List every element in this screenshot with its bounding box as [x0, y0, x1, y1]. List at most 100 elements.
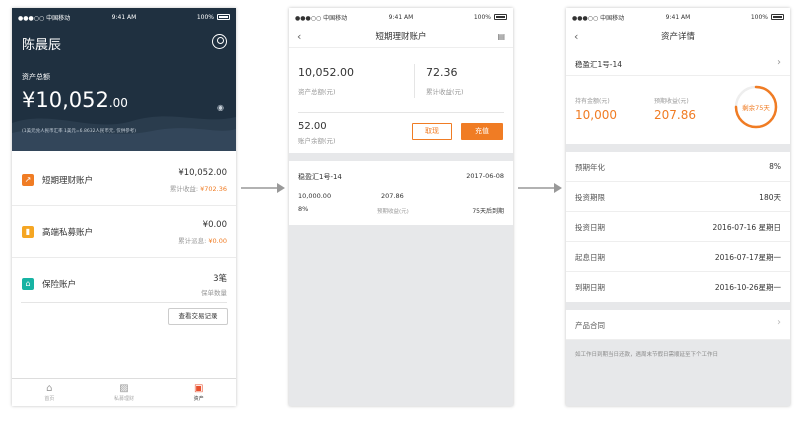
battery-icon — [217, 14, 230, 20]
product-expected: 207.86 — [381, 192, 404, 200]
row-value: 180天 — [759, 193, 781, 202]
account-sub: 累计收益: ¥702.36 — [170, 183, 227, 193]
total-asset-value: 10,052.00 — [298, 66, 354, 79]
flow-arrow-icon — [241, 183, 285, 193]
detail-row-term: 投资期限 180天 — [566, 182, 790, 212]
product-name: 稳盈汇1号-14 — [298, 173, 342, 181]
divider — [298, 112, 504, 113]
account-value: 3笔 — [213, 274, 227, 284]
status-bar: ●●●○○ 中国移动 9:41 AM 100% — [566, 8, 790, 26]
row-key: 投资期限 — [575, 193, 605, 202]
row-key: 预期年化 — [575, 163, 605, 172]
product-date: 2017-06-08 — [466, 172, 504, 180]
records-icon[interactable]: ▤ — [497, 26, 505, 48]
wave-decoration — [12, 116, 236, 151]
chart-icon: ▨ — [119, 383, 129, 394]
account-row-short-term[interactable]: ↗ 短期理财账户 ¥10,052.00 累计收益: ¥702.36 — [12, 156, 236, 206]
battery-icon — [771, 14, 784, 20]
detail-row-value-date: 起息日期 2016-07-17星期一 — [566, 242, 790, 272]
home-icon: ⌂ — [22, 278, 34, 290]
account-sub: 保单数量 — [201, 287, 227, 297]
account-sub-value: ¥0.00 — [208, 237, 227, 245]
nav-bar: ‹ 短期理财账户 ▤ — [289, 26, 513, 48]
short-term-account-screen: ●●●○○ 中国移动 9:41 AM 100% ‹ 短期理财账户 ▤ 10,05… — [289, 8, 513, 406]
deposit-button[interactable]: 充值 — [461, 123, 503, 140]
page-title: 资产详情 — [660, 32, 695, 42]
tab-home[interactable]: ⌂ 首页 — [12, 379, 87, 406]
cum-income-label: 累计收益(元) — [426, 88, 464, 96]
detail-row-annual-rate: 预期年化 8% — [566, 152, 790, 182]
tab-private-wealth[interactable]: ▨ 私募理财 — [87, 379, 162, 406]
canvas: ●●●○○ 中国移动 9:41 AM 100% 陈晨辰 资产总额 ¥10,052… — [0, 0, 800, 421]
back-icon[interactable]: ‹ — [297, 26, 301, 48]
total-asset-label: 资产总额(元) — [298, 88, 336, 96]
account-sub-label: 累计派息: — [178, 237, 207, 245]
nav-bar: ‹ 资产详情 — [566, 26, 790, 48]
flow-arrow-icon — [518, 183, 562, 193]
asset-total-label: 资产总额 — [22, 73, 50, 81]
ring-text: 剩余75天 — [742, 103, 770, 112]
row-key: 投资日期 — [575, 223, 605, 232]
balance-label: 账户余额(元) — [298, 137, 336, 145]
time-text: 9:41 AM — [665, 13, 691, 21]
product-header-row[interactable]: 稳盈汇1号-14 › — [566, 52, 790, 76]
section-gap — [566, 144, 790, 152]
asset-detail-screen: ●●●○○ 中国移动 9:41 AM 100% ‹ 资产详情 稳盈汇1号-14 … — [566, 8, 790, 406]
detail-row-maturity-date: 到期日期 2016-10-26星期一 — [566, 272, 790, 302]
divider — [414, 64, 415, 98]
account-sub-label: 累计收益: — [169, 185, 199, 193]
bookmark-icon: ▮ — [22, 226, 34, 238]
product-name: 稳盈汇1号-14 — [575, 60, 623, 69]
product-amount: 10,000.00 — [298, 192, 332, 200]
status-bar: ●●●○○ 中国移动 9:41 AM 100% — [289, 8, 513, 26]
row-key: 起息日期 — [575, 253, 605, 262]
tab-assets[interactable]: ▣ 资产 — [161, 379, 236, 406]
cum-income-value: 72.36 — [426, 66, 458, 79]
account-sub-label: 保单数量 — [201, 289, 227, 297]
back-icon[interactable]: ‹ — [574, 26, 578, 48]
tab-label: 资产 — [193, 396, 204, 402]
withdraw-button[interactable]: 取现 — [412, 123, 452, 140]
row-value: 2016-07-16 星期日 — [712, 223, 781, 232]
account-sub-value: ¥702.36 — [200, 185, 227, 193]
contract-label: 产品合同 — [575, 321, 605, 330]
remaining-days-ring: 剩余75天 — [734, 85, 778, 129]
account-value: ¥0.00 — [202, 220, 227, 230]
time-text: 9:41 AM — [388, 13, 414, 21]
tab-bar: ⌂ 首页 ▨ 私募理财 ▣ 资产 — [12, 378, 236, 406]
user-name: 陈晨辰 — [22, 38, 62, 53]
repayment-footnote: 如工作日到期当日还款，遇周末节假日需顺延至下个工作日 — [575, 352, 719, 358]
section-gap — [566, 302, 790, 310]
product-expected-label: 预期收益(元) — [377, 209, 409, 215]
row-value: 8% — [769, 162, 781, 171]
chart-icon: ↗ — [22, 174, 34, 186]
expected-label: 预期收益(元) — [654, 98, 689, 105]
expected-value: 207.86 — [654, 108, 696, 122]
status-bar: ●●●○○ 中国移动 9:41 AM 100% — [12, 8, 236, 26]
section-gap — [289, 153, 513, 161]
account-row-private[interactable]: ▮ 高端私募账户 ¥0.00 累计派息: ¥0.00 — [12, 208, 236, 258]
empty-area — [289, 225, 513, 406]
asset-header: ●●●○○ 中国移动 9:41 AM 100% 陈晨辰 资产总额 ¥10,052… — [12, 8, 236, 151]
exchange-rate-note: (1美元兑人民币汇率 1美元=6.8632人民币元, 仅供参考) — [22, 129, 137, 134]
view-history-button[interactable]: 查看交易记录 — [168, 308, 228, 325]
product-maturity: 75天后到期 — [472, 208, 504, 215]
hold-value: 10,000 — [575, 108, 617, 122]
row-key: 到期日期 — [575, 283, 605, 292]
page-title: 短期理财账户 — [375, 32, 427, 42]
row-value: 2016-10-26星期一 — [714, 283, 781, 292]
account-name: 短期理财账户 — [42, 176, 94, 186]
contract-row[interactable]: 产品合同 › — [566, 310, 790, 340]
chevron-right-icon: › — [777, 317, 781, 328]
product-card[interactable]: 稳盈汇1号-14 2017-06-08 10,000.00 8% 207.86 … — [289, 161, 513, 225]
tab-label: 首页 — [44, 396, 55, 402]
user-profile-icon[interactable] — [212, 34, 227, 49]
divider — [21, 302, 227, 303]
home-icon: ⌂ — [46, 383, 53, 394]
account-value: ¥10,052.00 — [178, 168, 227, 178]
tab-label: 私募理财 — [114, 396, 135, 402]
wallet-icon: ▣ — [193, 383, 204, 394]
row-value: 2016-07-17星期一 — [714, 253, 781, 262]
battery-icon — [494, 14, 507, 20]
account-name: 高端私募账户 — [42, 228, 94, 238]
